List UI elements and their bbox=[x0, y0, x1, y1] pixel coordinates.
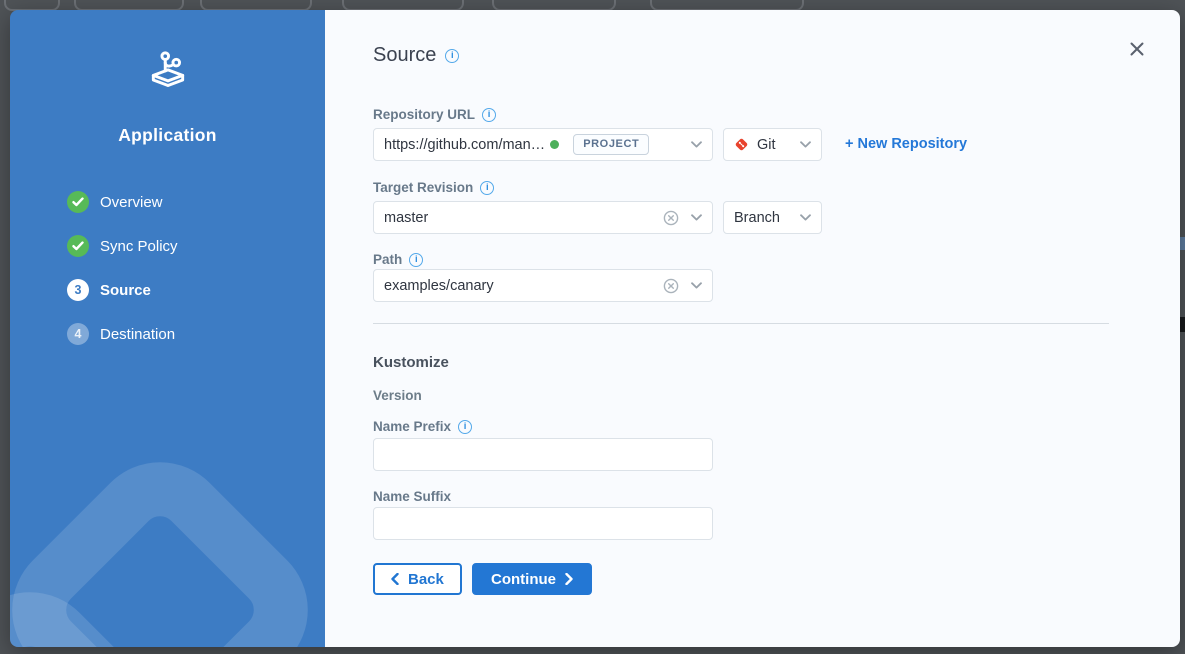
connection-status-dot bbox=[550, 140, 559, 149]
background-fragment bbox=[1180, 237, 1185, 250]
name-prefix-label: Name Prefix i bbox=[373, 419, 472, 434]
new-application-modal: Application Overview Sync Policy 3 Sourc… bbox=[10, 10, 1180, 647]
revision-type-value: Branch bbox=[734, 210, 780, 226]
continue-button[interactable]: Continue bbox=[472, 563, 592, 595]
step-overview[interactable]: Overview bbox=[67, 180, 325, 224]
info-icon[interactable]: i bbox=[445, 49, 459, 63]
page-title: Source i bbox=[373, 44, 459, 67]
info-icon[interactable]: i bbox=[458, 420, 472, 434]
git-icon bbox=[734, 137, 749, 152]
chevron-down-icon bbox=[800, 214, 811, 221]
step-sync-policy[interactable]: Sync Policy bbox=[67, 224, 325, 268]
path-label: Path i bbox=[373, 252, 423, 267]
name-suffix-input[interactable] bbox=[373, 507, 713, 540]
kustomize-heading: Kustomize bbox=[373, 354, 449, 371]
target-revision-value: master bbox=[384, 210, 428, 226]
step-label: Source bbox=[100, 282, 151, 299]
step-number-badge: 4 bbox=[67, 323, 89, 345]
chevron-down-icon bbox=[691, 141, 702, 148]
check-icon bbox=[67, 235, 89, 257]
path-value: examples/canary bbox=[384, 278, 494, 294]
clear-icon[interactable] bbox=[663, 278, 679, 294]
section-divider bbox=[373, 323, 1109, 324]
step-number-badge: 3 bbox=[67, 279, 89, 301]
chevron-down-icon bbox=[800, 141, 811, 148]
chevron-left-icon bbox=[391, 573, 399, 585]
chevron-right-icon bbox=[565, 573, 573, 585]
repository-url-label: Repository URL i bbox=[373, 107, 496, 122]
version-label: Version bbox=[373, 388, 422, 403]
chevron-down-icon bbox=[691, 214, 702, 221]
wizard-sidebar: Application Overview Sync Policy 3 Sourc… bbox=[10, 10, 325, 647]
check-icon bbox=[67, 191, 89, 213]
source-panel: Source i Repository URL i https://github… bbox=[325, 10, 1180, 647]
repo-type-value: Git bbox=[757, 137, 776, 153]
target-revision-combobox[interactable]: master bbox=[373, 201, 713, 234]
project-badge: PROJECT bbox=[573, 134, 649, 155]
step-label: Destination bbox=[100, 326, 175, 343]
repository-url-combobox[interactable]: https://github.com/man… PROJECT bbox=[373, 128, 713, 161]
application-logo-icon bbox=[146, 77, 190, 94]
revision-type-select[interactable]: Branch bbox=[723, 201, 822, 234]
repository-url-value: https://github.com/man… bbox=[384, 137, 545, 153]
info-icon[interactable]: i bbox=[409, 253, 423, 267]
step-label: Sync Policy bbox=[100, 238, 178, 255]
wizard-steps: Overview Sync Policy 3 Source 4 Destinat… bbox=[10, 180, 325, 356]
repo-type-select[interactable]: Git bbox=[723, 128, 822, 161]
close-icon[interactable] bbox=[1128, 40, 1146, 58]
chevron-down-icon bbox=[691, 282, 702, 289]
step-source[interactable]: 3 Source bbox=[67, 268, 325, 312]
step-label: Overview bbox=[100, 194, 163, 211]
name-prefix-input[interactable] bbox=[373, 438, 713, 471]
info-icon[interactable]: i bbox=[480, 181, 494, 195]
back-button[interactable]: Back bbox=[373, 563, 462, 595]
background-fragment bbox=[1180, 317, 1185, 332]
path-combobox[interactable]: examples/canary bbox=[373, 269, 713, 302]
step-destination[interactable]: 4 Destination bbox=[67, 312, 325, 356]
wizard-title: Application bbox=[10, 125, 325, 146]
target-revision-label: Target Revision i bbox=[373, 180, 494, 195]
clear-icon[interactable] bbox=[663, 210, 679, 226]
info-icon[interactable]: i bbox=[482, 108, 496, 122]
name-suffix-label: Name Suffix bbox=[373, 489, 451, 504]
new-repository-link[interactable]: + New Repository bbox=[845, 136, 967, 152]
